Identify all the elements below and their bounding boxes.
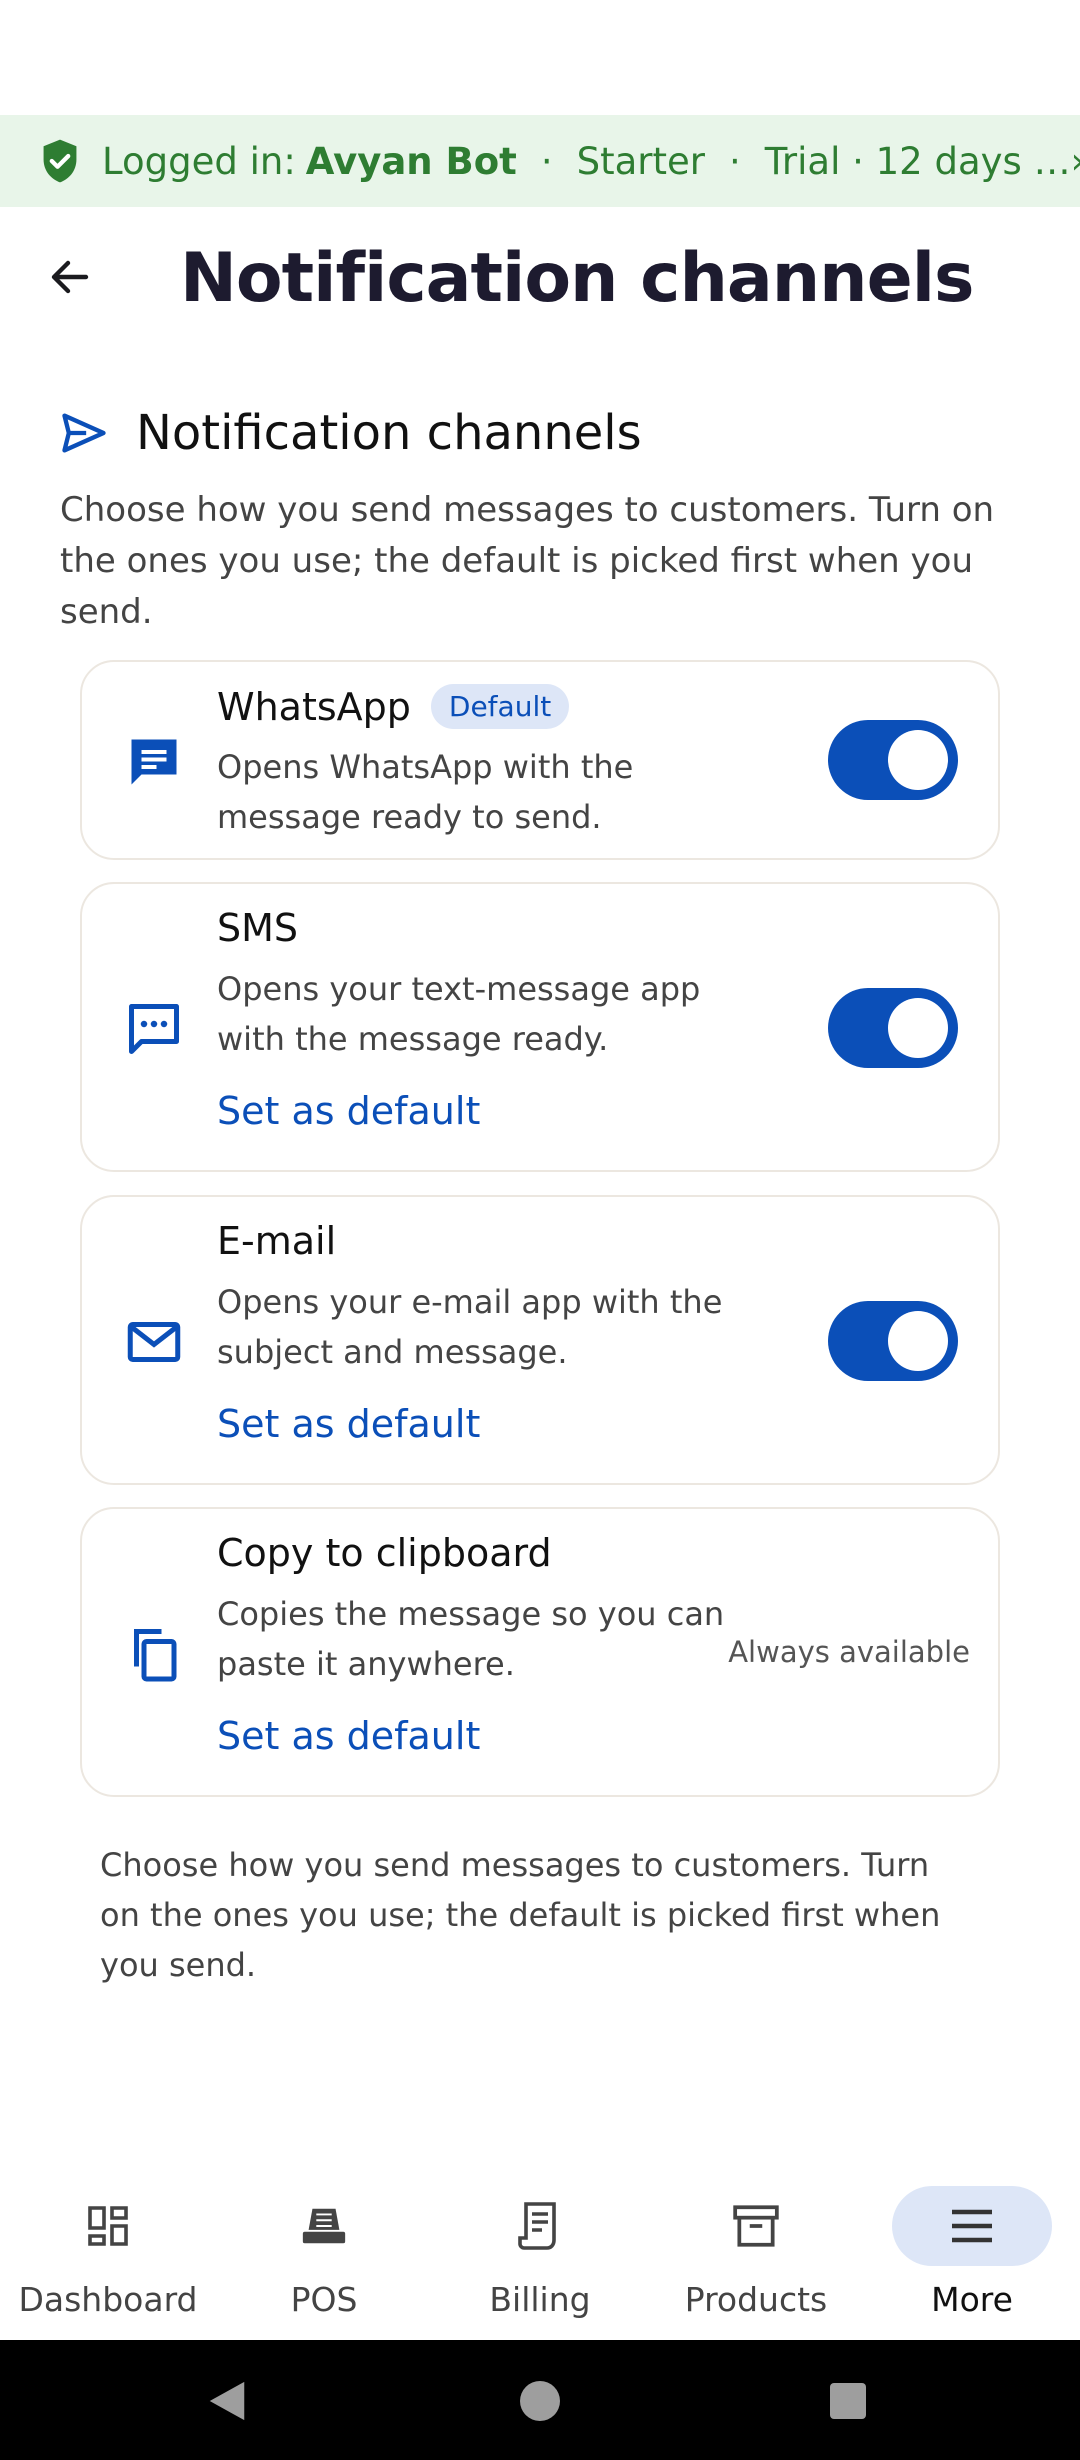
system-navigation-bar <box>0 2340 1080 2460</box>
always-available-label: Always available <box>728 1635 970 1669</box>
nav-pos[interactable]: POS <box>216 2170 432 2340</box>
chevron-right-icon: › <box>1071 141 1080 182</box>
channel-card-whatsapp: WhatsApp Default Opens WhatsApp with the … <box>80 660 1000 860</box>
channel-description: Opens your text-message app with the mes… <box>217 970 701 1058</box>
chat-icon <box>131 739 177 785</box>
copy-icon <box>134 1629 177 1682</box>
app-bar: Notification channels <box>0 207 1080 352</box>
channel-description: Copies the message so you can paste it a… <box>217 1595 725 1683</box>
section-header: Notification channels <box>58 405 642 461</box>
arrow-back-icon <box>51 260 89 294</box>
whatsapp-toggle[interactable] <box>828 720 958 800</box>
pos-icon <box>290 2198 358 2254</box>
nav-label: More <box>931 2280 1013 2319</box>
send-icon <box>62 413 106 453</box>
status-bar-area <box>0 0 1080 115</box>
nav-billing[interactable]: Billing <box>432 2170 648 2340</box>
channel-name: WhatsApp Default <box>217 684 570 729</box>
login-prefix: Logged in: <box>102 139 296 183</box>
channel-name: Copy to clipboard <box>217 1531 552 1575</box>
set-default-link[interactable]: Set as default <box>217 1089 480 1133</box>
set-default-link[interactable]: Set as default <box>217 1714 480 1758</box>
toggle-knob <box>888 730 948 790</box>
nav-more[interactable]: More <box>864 2170 1080 2340</box>
separator-dot: · <box>728 139 741 183</box>
nav-label: POS <box>290 2280 358 2319</box>
sms-toggle[interactable] <box>828 988 958 1068</box>
channel-card-clipboard: Copy to clipboard Copies the message so … <box>80 1507 1000 1797</box>
toggle-knob <box>888 998 948 1058</box>
nav-products[interactable]: Products <box>648 2170 864 2340</box>
mail-icon <box>127 1322 181 1362</box>
section-description: Choose how you send messages to customer… <box>60 490 995 632</box>
trial-status: Trial · 12 days … <box>764 139 1071 183</box>
verified-shield-icon <box>43 139 77 183</box>
section-title: Notification channels <box>136 405 642 461</box>
system-recents-icon[interactable] <box>828 2381 868 2421</box>
system-home-icon[interactable] <box>518 2379 562 2423</box>
nav-dashboard[interactable]: Dashboard <box>0 2170 216 2340</box>
channel-card-email: E-mail Opens your e-mail app with the su… <box>80 1195 1000 1485</box>
billing-icon <box>506 2198 574 2254</box>
products-icon <box>722 2198 790 2254</box>
channel-description: Opens your e-mail app with the subject a… <box>217 1283 723 1371</box>
page-title: Notification channels <box>180 239 974 318</box>
menu-icon <box>938 2198 1006 2254</box>
channel-description: Opens WhatsApp with the message ready to… <box>217 748 634 836</box>
dashboard-icon <box>74 2198 142 2254</box>
login-banner[interactable]: Logged in: Avyan Bot · Starter · Trial ·… <box>0 115 1080 207</box>
channel-card-sms: SMS Opens your text-message app with the… <box>80 882 1000 1172</box>
email-toggle[interactable] <box>828 1301 958 1381</box>
nav-label: Billing <box>489 2280 591 2319</box>
separator-dot: · <box>540 139 553 183</box>
login-user-name: Avyan Bot <box>305 139 517 183</box>
footer-note: Choose how you send messages to customer… <box>100 1846 941 1984</box>
back-button[interactable] <box>40 247 100 307</box>
channel-name: E-mail <box>217 1219 337 1263</box>
sms-icon <box>129 1004 179 1054</box>
channel-name-text: WhatsApp <box>217 685 411 729</box>
set-default-link[interactable]: Set as default <box>217 1402 480 1446</box>
system-back-icon[interactable] <box>205 2378 249 2424</box>
default-badge: Default <box>430 684 570 729</box>
nav-label: Dashboard <box>18 2280 198 2319</box>
toggle-knob <box>888 1311 948 1371</box>
nav-label: Products <box>684 2280 828 2319</box>
bottom-navigation: Dashboard POS Billing Products More <box>0 2170 1080 2340</box>
channel-name: SMS <box>217 906 299 950</box>
plan-name: Starter <box>576 139 705 183</box>
